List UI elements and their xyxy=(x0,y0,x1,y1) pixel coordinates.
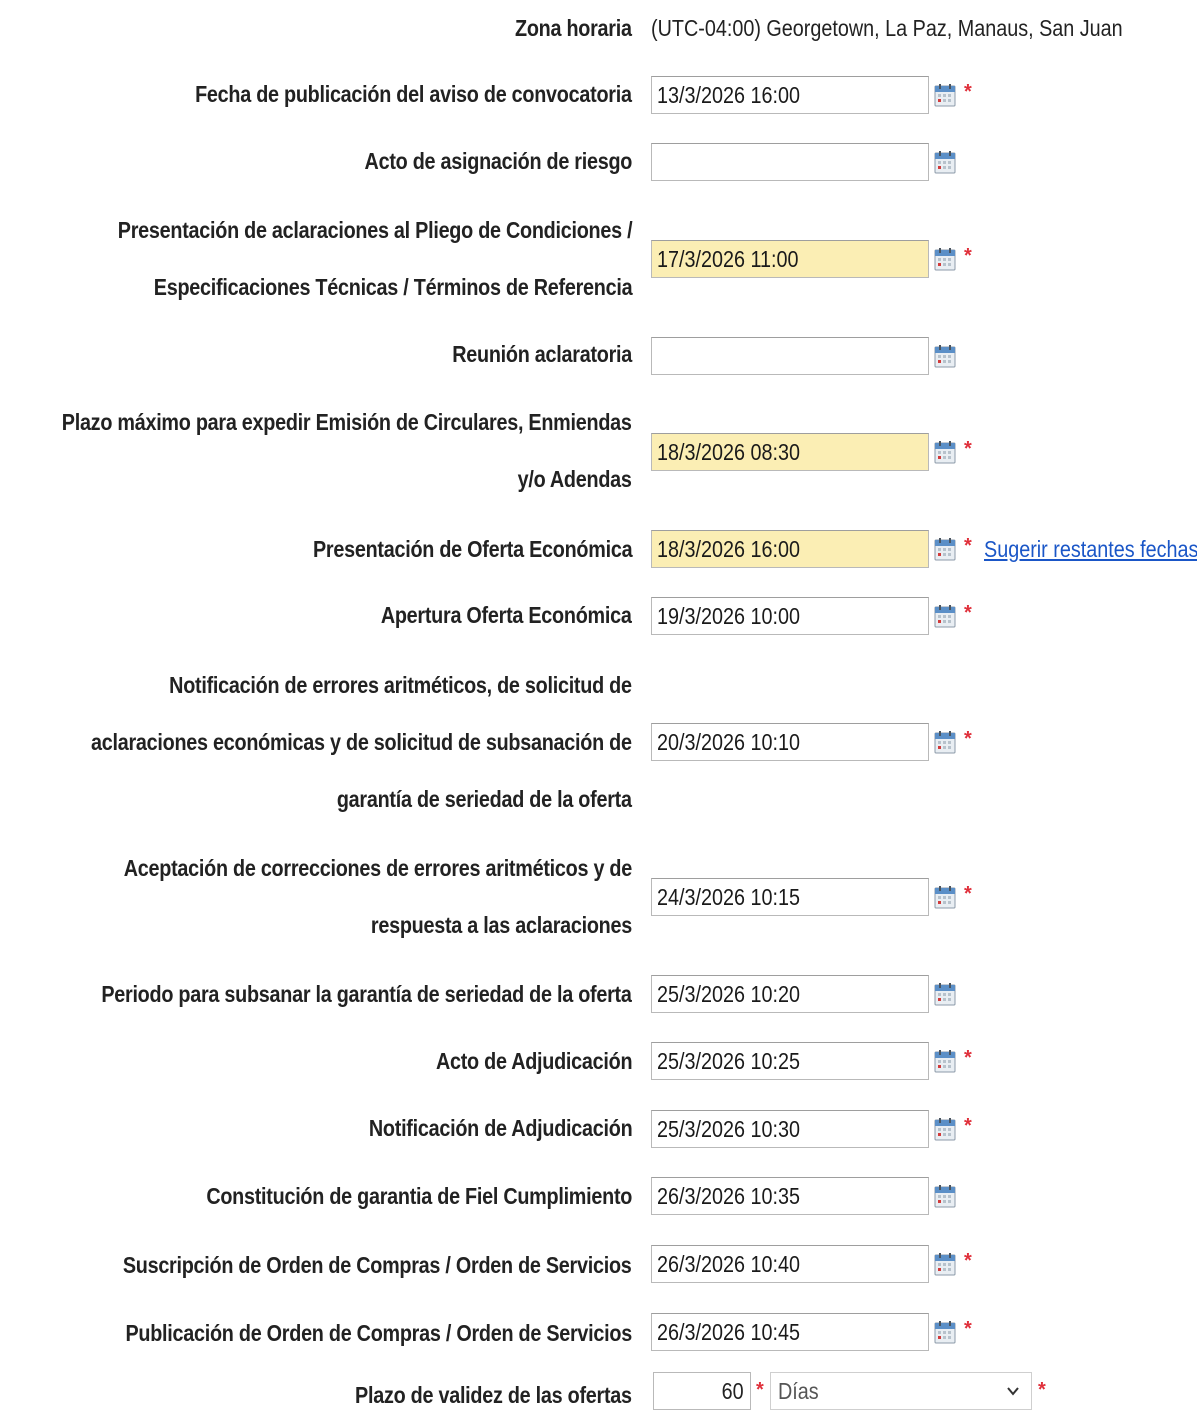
date-input[interactable] xyxy=(651,143,929,181)
date-input-value: 19/3/2026 10:00 xyxy=(657,603,801,629)
date-input[interactable]: 17/3/2026 11:00 xyxy=(651,240,929,278)
date-row-label: Periodo para subsanar la garantía de ser… xyxy=(101,966,633,1023)
date-input-value: 18/3/2026 08:30 xyxy=(657,439,801,465)
date-row-label-line: respuesta a las aclaraciones xyxy=(370,912,632,938)
calendar-icon[interactable] xyxy=(934,1184,956,1208)
required-marker: * xyxy=(964,535,972,557)
calendar-icon[interactable] xyxy=(934,344,956,368)
date-input[interactable]: 13/3/2026 16:00 xyxy=(651,76,929,114)
date-row-label: Reunión aclaratoria xyxy=(452,326,632,383)
date-input[interactable]: 20/3/2026 10:10 xyxy=(651,723,929,761)
date-row-label-line: Plazo máximo para expedir Emisión de Cir… xyxy=(62,409,632,435)
calendar-icon[interactable] xyxy=(934,1252,956,1276)
date-row-label: Presentación de aclaraciones al Pliego d… xyxy=(117,202,632,316)
date-row-label-line: Especificaciones Técnicas / Términos de … xyxy=(153,274,632,300)
date-row-label: Presentación de Oferta Económica xyxy=(312,521,633,578)
date-row-label-line: Fecha de publicación del aviso de convoc… xyxy=(195,81,632,107)
calendar-icon[interactable] xyxy=(934,537,956,561)
date-row-label-line: Periodo para subsanar la garantía de ser… xyxy=(101,981,633,1007)
required-marker: * xyxy=(964,728,972,750)
required-marker: * xyxy=(1038,1379,1046,1401)
calendar-icon[interactable] xyxy=(934,604,956,628)
timezone-value: (UTC-04:00) Georgetown, La Paz, Manaus, … xyxy=(651,15,1123,41)
date-row-label-line: Apertura Oferta Económica xyxy=(381,602,632,628)
date-input[interactable]: 25/3/2026 10:25 xyxy=(651,1042,929,1080)
date-row-label-line: Constitución de garantia de Fiel Cumplim… xyxy=(206,1183,632,1209)
date-input-value: 20/3/2026 10:10 xyxy=(657,729,801,755)
required-marker: * xyxy=(964,1318,972,1340)
chevron-down-icon xyxy=(1007,1387,1019,1396)
date-row-label-line: Presentación de Oferta Económica xyxy=(312,536,633,562)
date-row-label-line: Aceptación de correcciones de errores ar… xyxy=(123,855,633,881)
date-input-value: 25/3/2026 10:30 xyxy=(657,1116,801,1142)
validity-amount-input[interactable]: 60 xyxy=(653,1372,751,1410)
date-row-label: Fecha de publicación del aviso de convoc… xyxy=(195,66,632,123)
required-marker: * xyxy=(964,245,972,267)
calendar-icon[interactable] xyxy=(934,1117,956,1141)
date-input-value: 26/3/2026 10:45 xyxy=(657,1319,801,1345)
date-row-label: Acto de Adjudicación xyxy=(435,1033,633,1090)
date-row-label-line: Presentación de aclaraciones al Pliego d… xyxy=(117,217,632,243)
calendar-icon[interactable] xyxy=(934,83,956,107)
validity-label: Plazo de validez de las ofertas xyxy=(355,1382,632,1408)
date-input[interactable]: 26/3/2026 10:40 xyxy=(651,1245,929,1283)
date-input-value: 25/3/2026 10:25 xyxy=(657,1048,801,1074)
date-row-label: Suscripción de Orden de Compras / Orden … xyxy=(123,1237,632,1294)
date-input-value: 25/3/2026 10:20 xyxy=(657,981,801,1007)
date-row-label-line: Acto de asignación de riesgo xyxy=(364,148,632,174)
date-row-label: Notificación de Adjudicación xyxy=(368,1100,633,1157)
required-marker: * xyxy=(756,1379,764,1401)
date-row-label-line: y/o Adendas xyxy=(517,466,632,492)
date-input[interactable]: 25/3/2026 10:20 xyxy=(651,975,929,1013)
date-row-label-line: garantía de seriedad de la oferta xyxy=(337,786,632,812)
date-input[interactable]: 18/3/2026 08:30 xyxy=(651,433,929,471)
date-input-value: 18/3/2026 16:00 xyxy=(657,536,801,562)
date-input[interactable]: 26/3/2026 10:45 xyxy=(651,1313,929,1351)
calendar-icon[interactable] xyxy=(934,1320,956,1344)
calendar-icon[interactable] xyxy=(934,150,956,174)
date-input-value: 24/3/2026 10:15 xyxy=(657,884,801,910)
date-row-label: Plazo máximo para expedir Emisión de Cir… xyxy=(62,394,632,508)
calendar-icon[interactable] xyxy=(934,247,956,271)
date-row-label: Apertura Oferta Económica xyxy=(381,587,632,644)
date-row-label: Constitución de garantia de Fiel Cumplim… xyxy=(206,1168,632,1225)
date-row-label: Notificación de errores aritméticos, de … xyxy=(91,657,632,828)
date-input[interactable]: 19/3/2026 10:00 xyxy=(651,597,929,635)
date-row-label: Acto de asignación de riesgo xyxy=(364,133,632,190)
date-input[interactable]: 26/3/2026 10:35 xyxy=(651,1177,929,1215)
required-marker: * xyxy=(964,81,972,103)
date-row-label-line: Acto de Adjudicación xyxy=(435,1048,633,1074)
calendar-icon[interactable] xyxy=(934,885,956,909)
required-marker: * xyxy=(964,438,972,460)
validity-unit-select[interactable]: Días xyxy=(770,1372,1032,1410)
suggest-dates-link[interactable]: Sugerir restantes fechas xyxy=(984,534,1197,564)
date-row-label-line: aclaraciones económicas y de solicitud d… xyxy=(91,729,632,755)
required-marker: * xyxy=(964,883,972,905)
date-input-value: 17/3/2026 11:00 xyxy=(657,246,799,272)
date-row-label-line: Publicación de Orden de Compras / Orden … xyxy=(125,1320,632,1346)
required-marker: * xyxy=(964,1115,972,1137)
required-marker: * xyxy=(964,602,972,624)
date-input[interactable]: 24/3/2026 10:15 xyxy=(651,878,929,916)
timezone-label: Zona horaria xyxy=(515,15,632,41)
calendar-icon[interactable] xyxy=(934,982,956,1006)
date-input-value: 26/3/2026 10:35 xyxy=(657,1183,801,1209)
date-input[interactable]: 18/3/2026 16:00 xyxy=(651,530,929,568)
required-marker: * xyxy=(964,1047,972,1069)
date-row-label-line: Notificación de Adjudicación xyxy=(368,1115,633,1141)
calendar-icon[interactable] xyxy=(934,730,956,754)
date-input-value: 26/3/2026 10:40 xyxy=(657,1251,801,1277)
date-row-label: Aceptación de correcciones de errores ar… xyxy=(123,840,633,954)
required-marker: * xyxy=(964,1250,972,1272)
calendar-icon[interactable] xyxy=(934,440,956,464)
date-row-label-line: Notificación de errores aritméticos, de … xyxy=(169,672,632,698)
calendar-icon[interactable] xyxy=(934,1049,956,1073)
date-input[interactable]: 25/3/2026 10:30 xyxy=(651,1110,929,1148)
date-input[interactable] xyxy=(651,337,929,375)
date-row-label-line: Reunión aclaratoria xyxy=(452,341,632,367)
date-row-label: Publicación de Orden de Compras / Orden … xyxy=(125,1305,632,1362)
date-row-label-line: Suscripción de Orden de Compras / Orden … xyxy=(123,1252,632,1278)
date-input-value: 13/3/2026 16:00 xyxy=(657,82,801,108)
